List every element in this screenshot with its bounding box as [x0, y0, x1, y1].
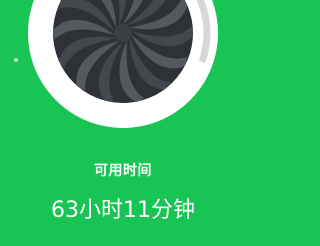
available-time-value: 63小时11分钟	[51, 198, 195, 223]
fan-hub	[114, 24, 132, 42]
gauge-svg	[28, 0, 218, 128]
available-time-label: 可用时间	[94, 163, 152, 179]
battery-screen: 可用时间 63小时11分钟	[0, 0, 246, 246]
battery-gauge	[28, 0, 218, 128]
indicator-dot	[14, 58, 18, 62]
